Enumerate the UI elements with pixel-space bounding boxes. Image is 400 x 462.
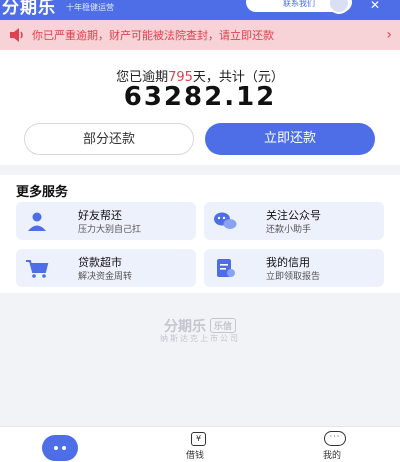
tab-borrow[interactable]: 借钱 (186, 448, 204, 461)
service-subtitle: 压力大别自己扛 (78, 225, 142, 235)
repayment-summary-card: 您已逾期795天，共计（元） 63282.12 部分还款 立即还款 (0, 50, 400, 165)
service-friend-help[interactable]: 好友帮还 压力大别自己扛 (16, 202, 196, 240)
overdue-notice-banner[interactable]: 你已严重逾期，财产可能被法院查封，请立即还款 › (0, 20, 400, 50)
tab-home-icon[interactable] (42, 435, 78, 461)
close-icon[interactable]: ✕ (370, 0, 380, 12)
watermark-subtitle: 纳斯达克上市公司 (160, 334, 240, 343)
brand-logo: 分期乐 (2, 0, 56, 18)
total-amount: 63282.12 (123, 82, 277, 112)
chat-icon (212, 210, 238, 232)
speaker-icon (8, 27, 26, 43)
yuan-icon[interactable]: ¥ (191, 432, 206, 446)
section-title: 更多服务 (16, 185, 69, 200)
user-icon (24, 210, 50, 232)
bottom-tab-bar: ¥ 借钱 ··· 我的 (0, 426, 400, 462)
credit-report-icon (212, 257, 238, 279)
service-subtitle: 立即领取报告 (266, 272, 321, 282)
partial-repay-button[interactable]: 部分还款 (24, 123, 194, 155)
service-follow-account[interactable]: 关注公众号 还款小助手 (204, 202, 384, 240)
tab-mine[interactable]: 我的 (323, 448, 341, 461)
service-subtitle: 还款小助手 (266, 225, 312, 235)
cart-icon (24, 257, 50, 279)
chevron-right-icon: › (386, 27, 392, 43)
service-loan-market[interactable]: 贷款超市 解决资金周转 (16, 249, 196, 287)
watermark-badge: 乐信 (209, 318, 236, 333)
brand-slogan: 十年稳健运营 (66, 3, 114, 12)
service-title: 关注公众号 (266, 209, 321, 222)
service-title: 我的信用 (266, 256, 310, 269)
repay-now-button[interactable]: 立即还款 (205, 123, 375, 155)
home-eye-left (54, 446, 58, 450)
more-services-section: 更多服务 好友帮还 压力大别自己扛 关注公众号 还款小助手 贷款超市 解决资金周… (0, 175, 400, 293)
chat-bubble-icon[interactable]: ··· (324, 431, 346, 446)
service-title: 贷款超市 (78, 256, 122, 269)
service-title: 好友帮还 (78, 209, 122, 222)
app-header: 分期乐 十年稳健运营 联系我们 ✕ (0, 0, 400, 20)
service-my-credit[interactable]: 我的信用 立即领取报告 (204, 249, 384, 287)
notice-text: 你已严重逾期，财产可能被法院查封，请立即还款 (32, 29, 274, 42)
home-eye-right (62, 446, 66, 450)
service-subtitle: 解决资金周转 (78, 272, 133, 282)
